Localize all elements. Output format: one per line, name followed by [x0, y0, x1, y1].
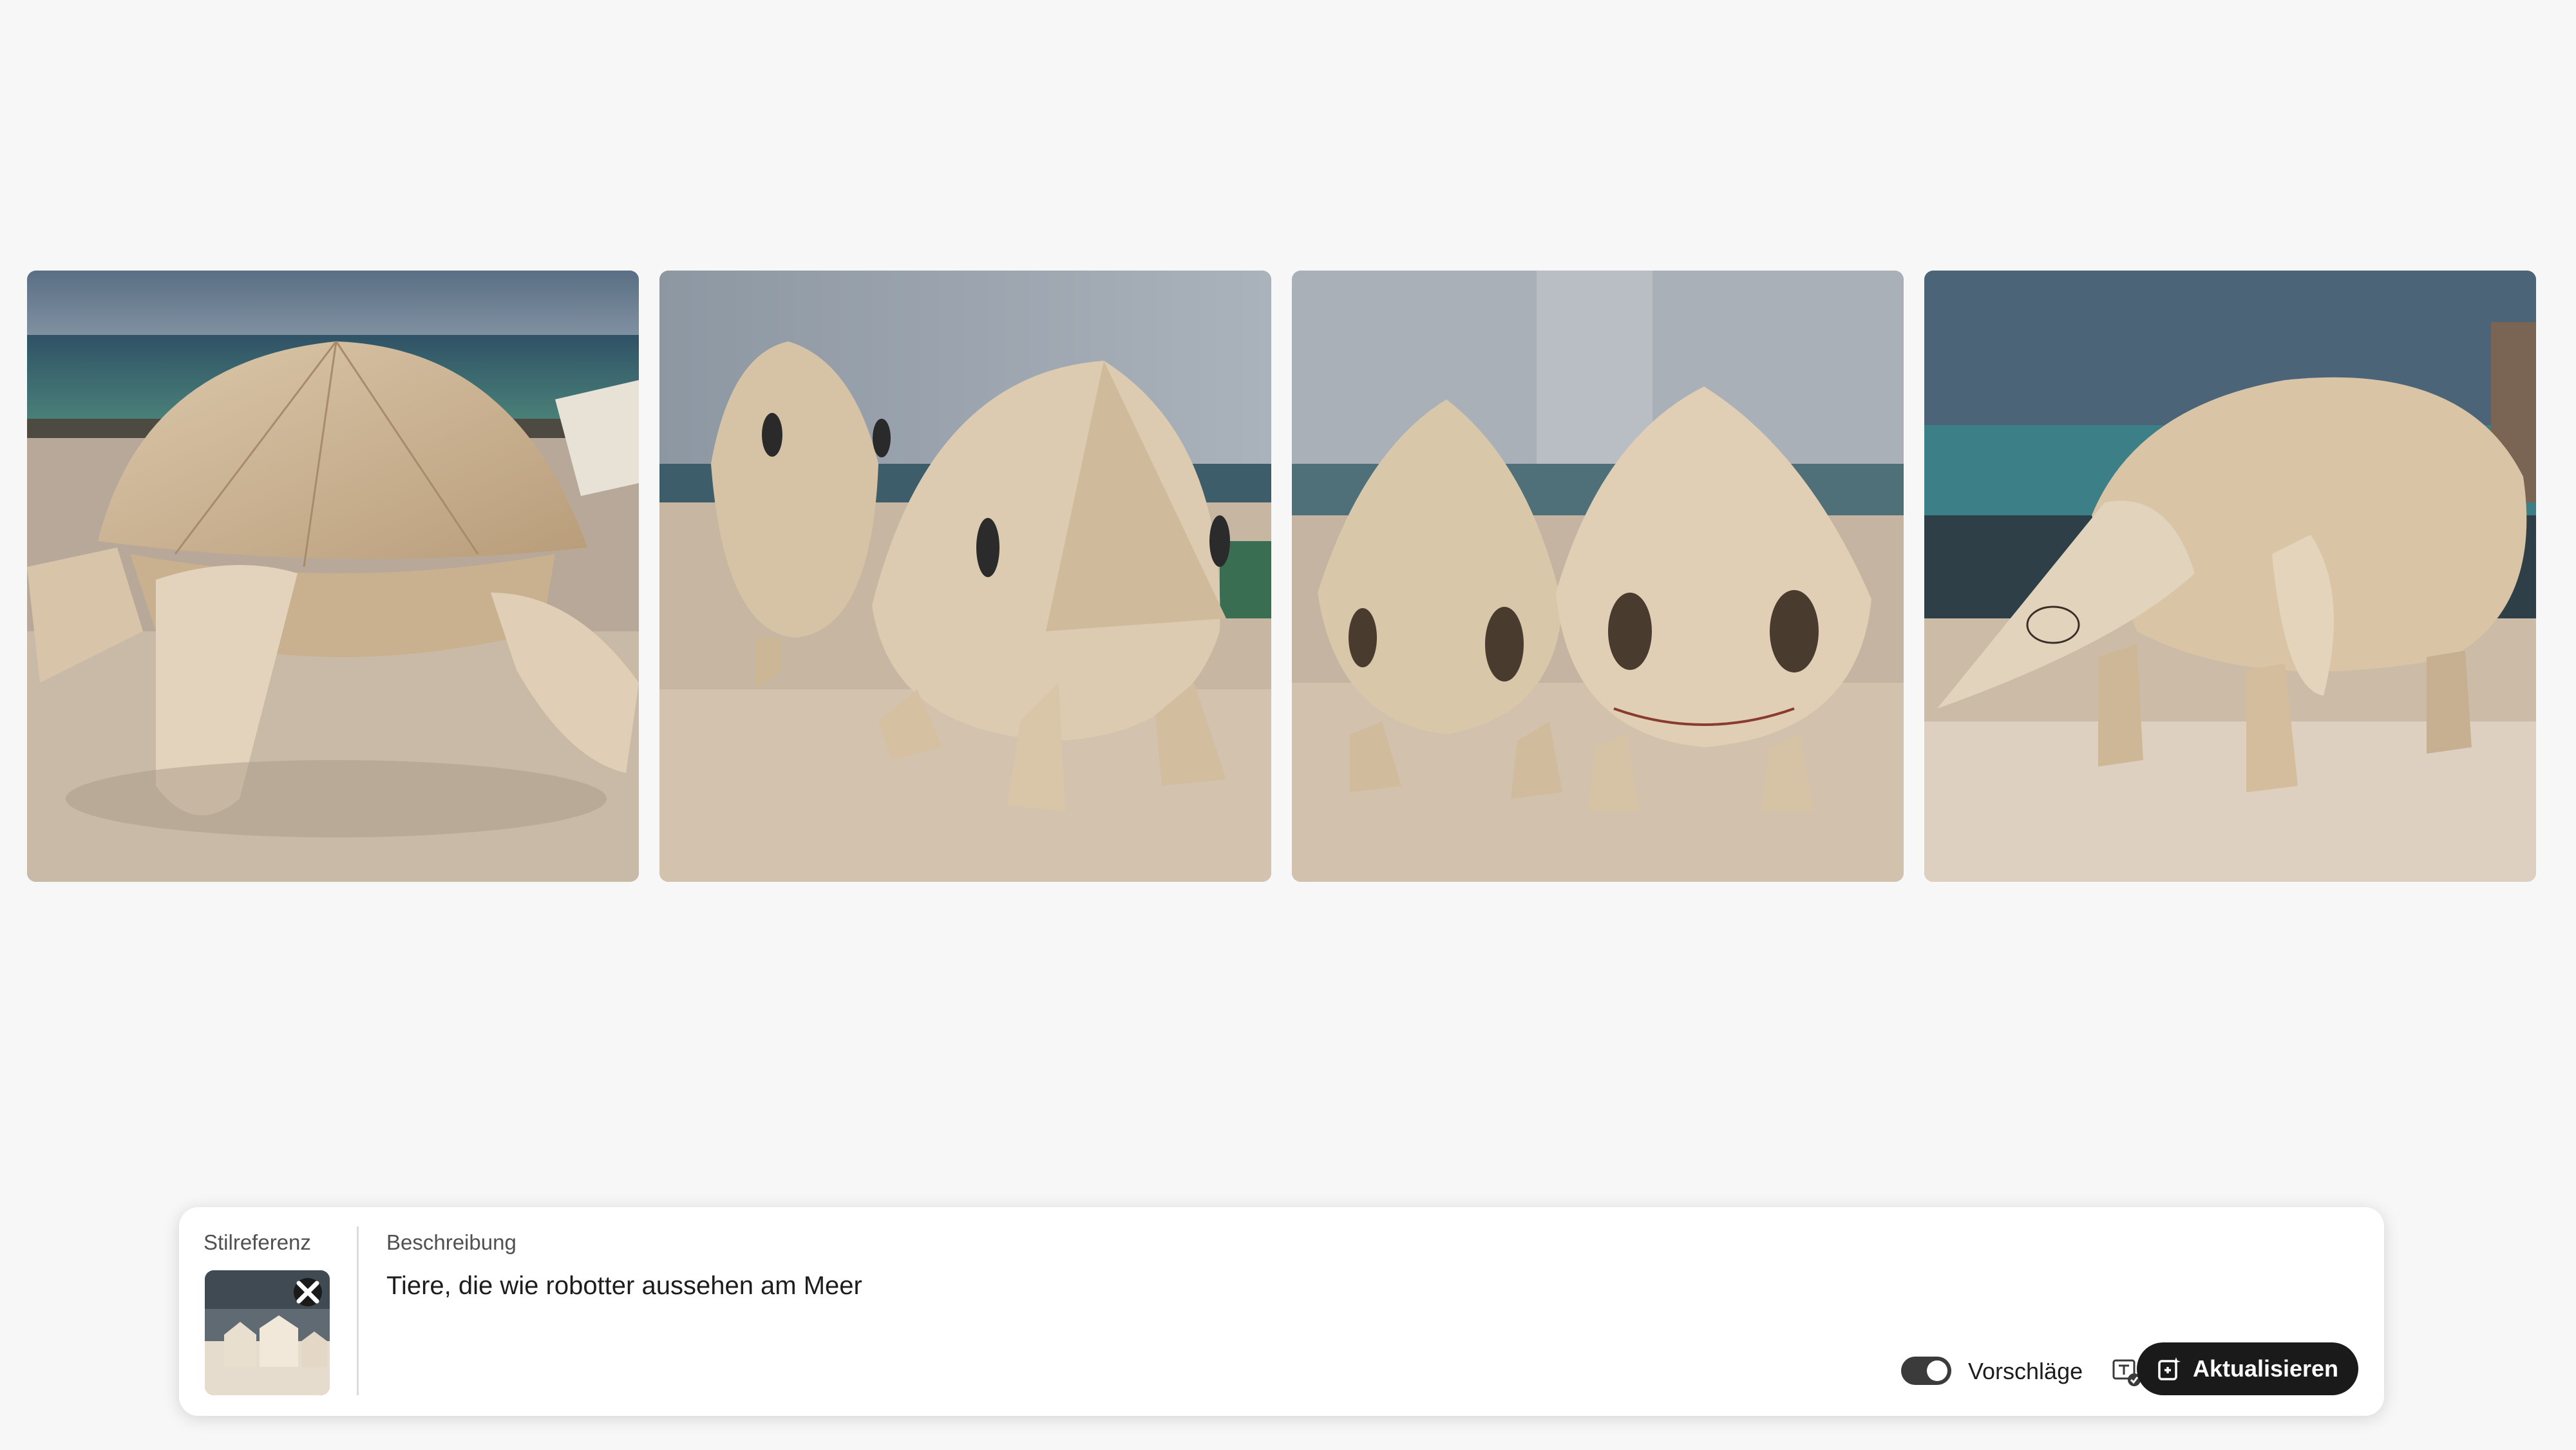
update-button-label: Aktualisieren	[2192, 1355, 2339, 1382]
generated-image-3[interactable]	[1292, 271, 1904, 882]
style-reference-thumbnail[interactable]	[205, 1270, 330, 1395]
generated-image-4[interactable]	[1924, 271, 2536, 882]
suggestions-label: Vorschläge	[1968, 1358, 2083, 1384]
turtle-robot-image	[27, 271, 639, 882]
toggle-knob	[1927, 1360, 1947, 1381]
drop-robots-image	[1292, 271, 1904, 882]
update-button[interactable]: Aktualisieren	[2137, 1342, 2358, 1395]
generate-icon	[2158, 1357, 2181, 1380]
suggestions-toggle[interactable]	[1901, 1357, 1951, 1385]
description-input[interactable]: Tiere, die wie robotter aussehen am Meer	[386, 1272, 1932, 1301]
close-icon[interactable]	[294, 1278, 322, 1306]
style-reference-label: Stilreferenz	[204, 1230, 311, 1254]
bird-robots-image	[659, 271, 1271, 882]
generated-image-1[interactable]	[27, 271, 639, 882]
description-label: Beschreibung	[386, 1230, 516, 1254]
anteater-robot-image	[1924, 271, 2536, 882]
panel-divider	[357, 1226, 359, 1395]
generated-image-2[interactable]	[659, 271, 1271, 882]
prompt-panel: Stilreferenz Beschreibung Tiere, die wie…	[179, 1207, 2384, 1416]
